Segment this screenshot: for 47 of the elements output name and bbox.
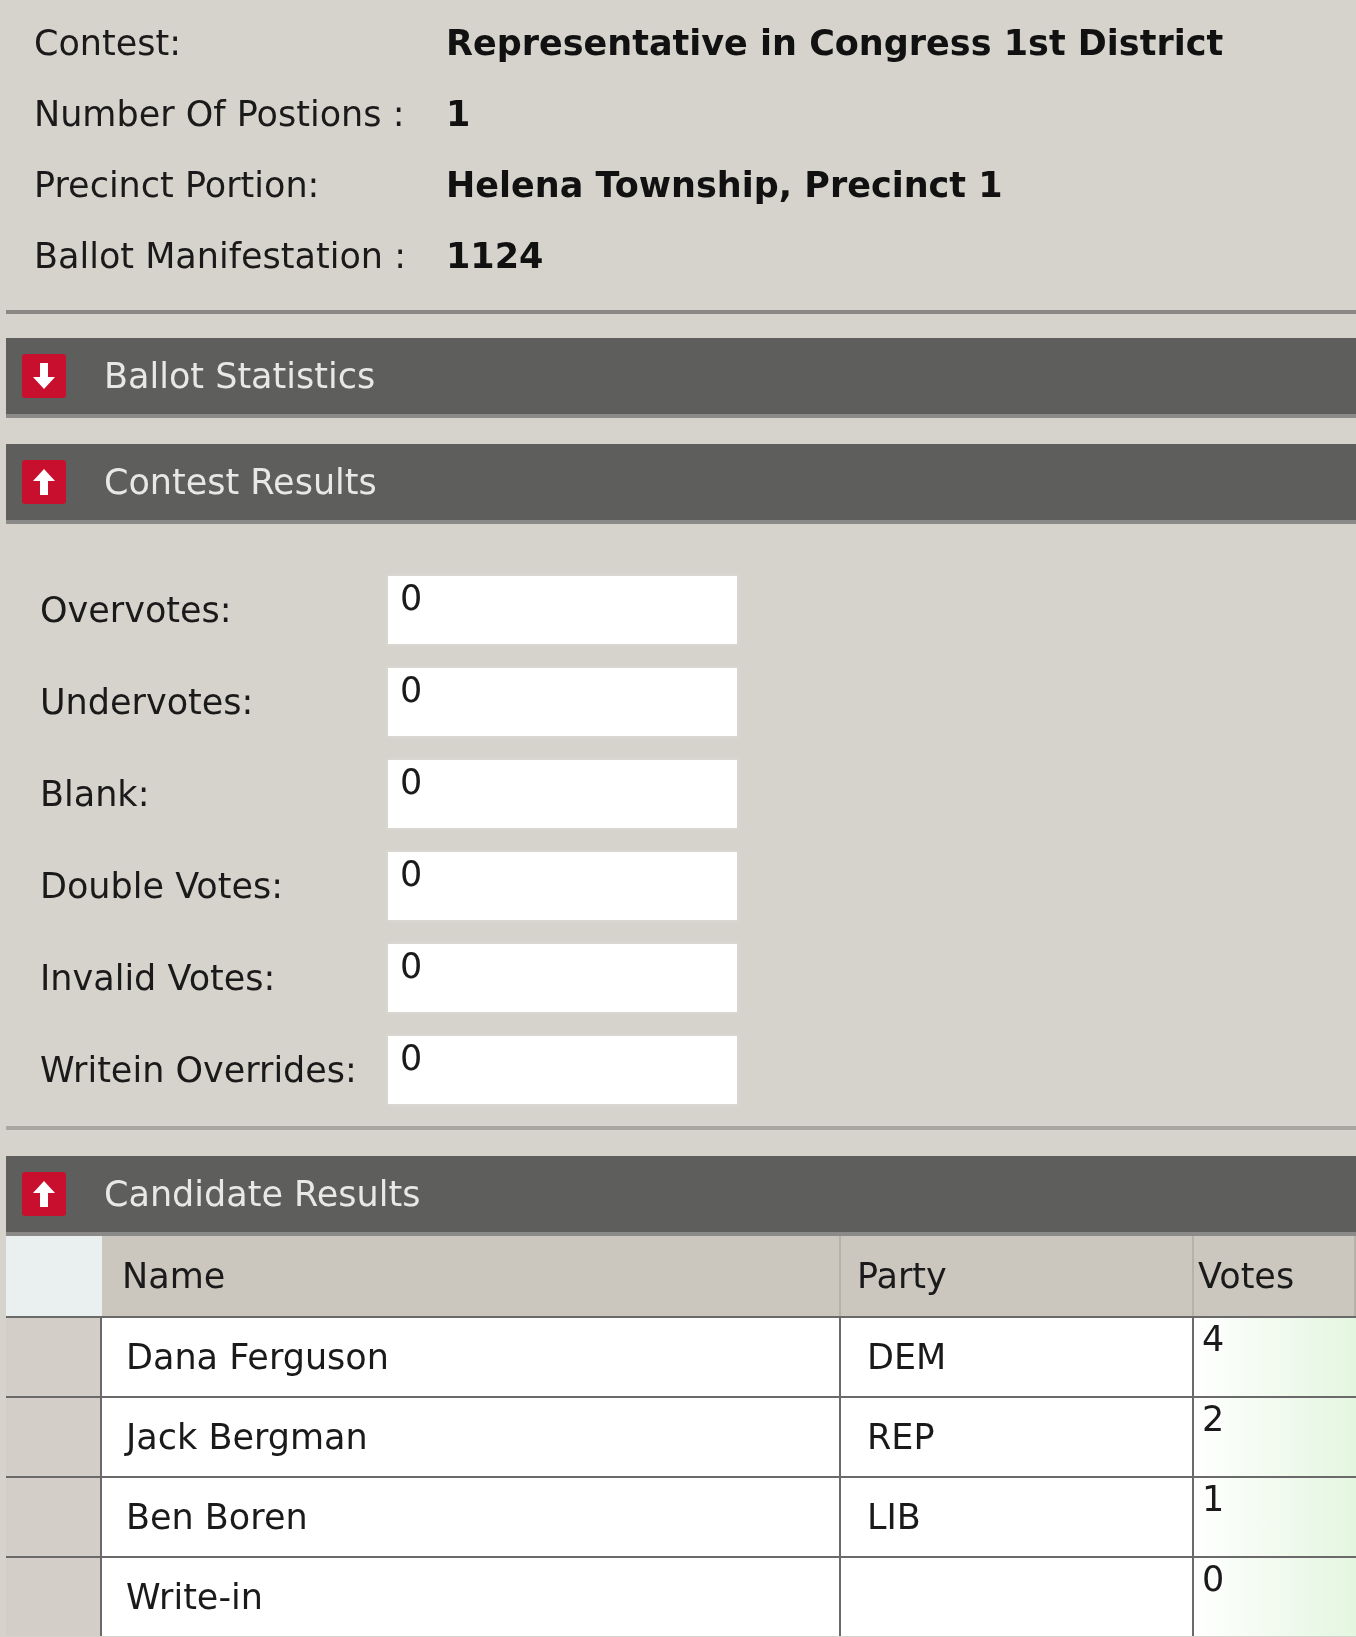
info-label: Ballot Manifestation : [34, 235, 407, 279]
field-label: Writein Overrides: [40, 1048, 358, 1092]
table-cell: LIB [841, 1478, 1194, 1556]
table-cell: Jack Bergman [102, 1398, 841, 1476]
column-header[interactable]: Votes [1194, 1236, 1356, 1316]
info-label: Precinct Portion: [34, 164, 321, 208]
arrow-down-icon[interactable] [22, 354, 66, 398]
table-cell: REP [841, 1398, 1194, 1476]
field-label: Blank: [40, 772, 151, 816]
arrow-up-icon[interactable] [22, 460, 66, 504]
section-title: Ballot Statistics [104, 354, 376, 398]
table-cell: DEM [841, 1318, 1194, 1396]
table-cell: Ben Boren [102, 1478, 841, 1556]
row-header[interactable] [6, 1398, 102, 1476]
section-header[interactable]: Candidate Results [6, 1156, 1356, 1236]
row-header[interactable] [6, 1478, 102, 1556]
input-field[interactable]: 0 [386, 758, 739, 830]
input-field[interactable]: 0 [386, 574, 739, 646]
field-label: Undervotes: [40, 680, 255, 724]
input-field[interactable]: 0 [386, 1034, 739, 1106]
row-header[interactable] [6, 1318, 102, 1396]
info-label: Contest: [34, 22, 183, 66]
info-label: Number Of Postions : [34, 93, 406, 137]
row-header[interactable] [6, 1558, 102, 1636]
info-value: Representative in Congress 1st District [446, 22, 1224, 66]
table-cell: 4 [1194, 1318, 1356, 1396]
table-cell: 1 [1194, 1478, 1356, 1556]
input-field[interactable]: 0 [386, 942, 739, 1014]
section-title: Contest Results [104, 460, 377, 504]
column-header[interactable]: Name [102, 1236, 841, 1316]
field-label: Invalid Votes: [40, 956, 277, 1000]
table-cell: 2 [1194, 1398, 1356, 1476]
section-header[interactable]: Ballot Statistics [6, 338, 1356, 418]
column-header[interactable]: Party [841, 1236, 1194, 1316]
field-label: Double Votes: [40, 864, 285, 908]
table-cell: Dana Ferguson [102, 1318, 841, 1396]
info-value: Helena Township, Precinct 1 [446, 164, 1003, 208]
table-cell: Write-in [102, 1558, 841, 1636]
input-field[interactable]: 0 [386, 850, 739, 922]
field-label: Overvotes: [40, 588, 233, 632]
arrow-up-icon[interactable] [22, 1172, 66, 1216]
section-header[interactable]: Contest Results [6, 444, 1356, 524]
table-cell: 0 [1194, 1558, 1356, 1636]
info-value: 1 [446, 93, 471, 137]
section-title: Candidate Results [104, 1172, 421, 1216]
info-value: 1124 [446, 235, 544, 279]
input-field[interactable]: 0 [386, 666, 739, 738]
